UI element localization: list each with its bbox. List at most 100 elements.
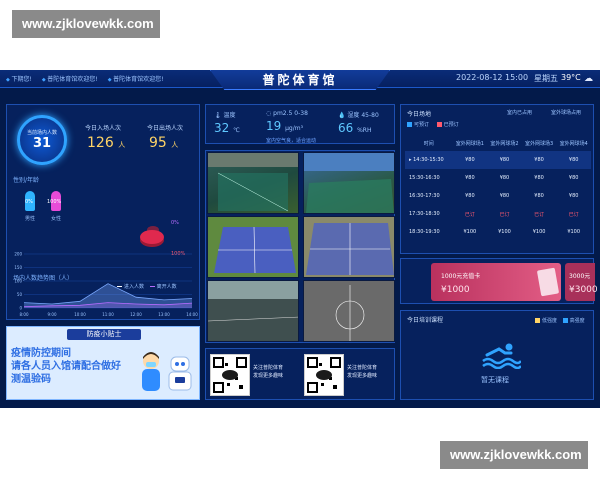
table-row[interactable]: ▸ 14:30-15:30 ¥80 ¥80 ¥80 ¥80	[405, 151, 591, 169]
card-title: 3000元	[569, 273, 591, 280]
today-out-value: 95 人	[149, 135, 178, 151]
air-quality-note: 室内空气良，适合运动	[266, 138, 317, 144]
legend-available: 可预订	[414, 122, 430, 128]
pm-range: 0-38	[294, 110, 308, 117]
qr-text-line: 关注普陀体育	[347, 365, 378, 371]
watermark-top: www.zjklovewkk.com	[12, 10, 160, 38]
in-venue-label: 当前场内人数	[26, 130, 57, 136]
x-tick-label: 8:00	[20, 312, 29, 317]
tag-icon	[536, 267, 560, 297]
pm-block: ◌ pm2.5 0-38 19 μg/m³	[266, 110, 336, 133]
price-cell[interactable]: ¥100	[522, 223, 557, 241]
price-cell[interactable]: ¥80	[487, 187, 522, 205]
temp-label-text: 温度	[223, 112, 236, 119]
qr-code-icon[interactable]	[210, 354, 250, 396]
camera-feed-4[interactable]	[303, 216, 395, 278]
course-title: 今日培训课程	[407, 317, 444, 324]
male-label: 男性	[25, 216, 36, 222]
dashboard: 下期您! 普陀体育馆欢迎您! 普陀体育馆欢迎您! 2022-08-12 15:0…	[0, 70, 600, 408]
temp-unit: ℃	[233, 127, 240, 134]
booking-option-outdoor[interactable]: 室外球场占用	[551, 109, 581, 116]
price-cell[interactable]: ¥80	[453, 187, 488, 205]
qr-text-line: 关注普陀体育	[253, 365, 284, 371]
card-price: ¥3000	[569, 285, 598, 295]
title-banner: 普陀体育馆	[210, 70, 390, 90]
trend-chart: 0 50 100 150 200 8:00 9:00 10:00 11:00 12:00 13:00…	[14, 252, 198, 318]
camera-grid	[205, 150, 395, 343]
qr-code-icon[interactable]	[304, 354, 344, 396]
price-cell[interactable]: ¥80	[487, 169, 522, 187]
price-cell[interactable]: ¥80	[452, 151, 488, 169]
price-cell[interactable]: ¥80	[522, 169, 557, 187]
camera-feed-3[interactable]	[207, 216, 299, 278]
time-cell: 17:30-18:30	[409, 211, 440, 217]
table-row[interactable]: 18:30-19:30 ¥100 ¥100 ¥100 ¥100	[405, 223, 591, 241]
in-venue-count: 31	[32, 136, 52, 151]
time-text: 14:30-15:30	[413, 157, 444, 163]
datetime: 2022-08-12 15:00	[456, 73, 529, 82]
temp-label: 🌡 温度	[214, 112, 236, 119]
humidity-unit: %RH	[357, 127, 372, 134]
camera-feed-5[interactable]	[207, 280, 299, 342]
humidity-number: 66	[338, 121, 354, 135]
gender-title: 性别/年龄	[13, 177, 40, 184]
recharge-card-1000[interactable]: 1000元充值卡 ¥1000	[431, 263, 561, 301]
price-cell[interactable]: ¥80	[453, 169, 488, 187]
today-out-label: 今日出场人次	[147, 125, 184, 132]
qr-block-1: 关注普陀体育 发现更多趣味	[210, 354, 300, 396]
price-cell[interactable]: ¥100	[487, 223, 522, 241]
pm-unit: μg/m³	[285, 125, 304, 132]
price-cell[interactable]: ¥80	[556, 151, 591, 169]
recharge-card-3000[interactable]: 3000元 ¥3000	[565, 263, 598, 301]
humidity-range: 45-80	[361, 112, 379, 119]
humidity-label-text: 湿度	[347, 112, 360, 119]
robot-illustration-icon	[168, 356, 192, 391]
swimming-icon	[482, 343, 521, 369]
tips-line: 疫情防控期间	[11, 348, 71, 359]
price-cell[interactable]: ¥80	[556, 187, 591, 205]
card-title: 1000元充值卡	[441, 273, 481, 280]
humidity-block: 💧 湿度 45-80 66 %RH	[338, 110, 396, 135]
booking-option-indoor[interactable]: 室内已占用	[507, 109, 532, 116]
table-row[interactable]: 15:30-16:30 ¥80 ¥80 ¥80 ¥80	[405, 169, 591, 187]
camera-feed-2[interactable]	[303, 152, 395, 214]
weekday: 星期五	[534, 74, 558, 83]
camera-feed-1[interactable]	[207, 152, 299, 214]
humidity-value: 66 %RH	[338, 121, 396, 135]
y-tick-label: 0	[19, 306, 22, 311]
y-tick-label: 200	[14, 252, 22, 257]
pm-value: 19 μg/m³	[266, 119, 336, 133]
today-out-count: 95	[149, 135, 167, 151]
time-cell: ▸ 14:30-15:30	[405, 151, 453, 169]
ticker-item: 普陀体育馆欢迎您!	[42, 74, 97, 83]
qr-block-2: 关注普陀体育 发现更多趣味	[304, 354, 394, 396]
booking-table: 时间 室外网球场1 室外网球场2 室外网球场3 室外网球场4 ▸ 14:30-1…	[405, 135, 591, 241]
time-cell: 15:30-16:30	[409, 175, 440, 181]
camera-feed-6[interactable]	[303, 280, 395, 342]
price-cell[interactable]: ¥100	[556, 223, 591, 241]
column-header: 时间	[423, 140, 434, 147]
today-in-count: 126	[87, 135, 114, 151]
humidity-label: 💧 湿度 45-80	[338, 112, 379, 119]
price-cell[interactable]: ¥100	[453, 223, 488, 241]
booking-panel: 今日场地 室内已占用 室外球场占用 可预订 已预订 时间 室外网球场1 室外网球…	[400, 104, 594, 254]
card-price: ¥1000	[441, 285, 470, 295]
tips-body: 疫情防控期间 请各人员入馆请配合做好 测温验码	[11, 347, 131, 386]
table-row[interactable]: 16:30-17:30 ¥80 ¥80 ¥80 ¥80	[405, 187, 591, 205]
pm-number: 19	[266, 119, 282, 133]
price-cell[interactable]: ¥80	[522, 187, 557, 205]
in-venue-gauge: 当前场内人数 31	[17, 115, 67, 165]
qr-text-line: 发现更多趣味	[253, 373, 284, 379]
temp-block: 🌡 温度 32 ℃	[214, 110, 274, 135]
price-cell[interactable]: ¥80	[521, 151, 557, 169]
cloud-sun-icon: ☁	[584, 74, 593, 84]
today-in-label: 今日入场人次	[85, 125, 122, 132]
watermark-bottom: www.zjklovewkk.com	[440, 441, 588, 469]
booked-cell: 已订	[499, 211, 510, 218]
time-cell: 16:30-17:30	[409, 193, 440, 199]
course-legend: 低强度 高强度	[535, 317, 585, 324]
price-cell[interactable]: ¥80	[556, 169, 591, 187]
table-row[interactable]: 17:30-18:30 已订 已订 已订 已订	[405, 205, 591, 223]
ticker-item: 普陀体育馆欢迎您!	[108, 74, 163, 83]
price-cell[interactable]: ¥80	[487, 151, 522, 169]
